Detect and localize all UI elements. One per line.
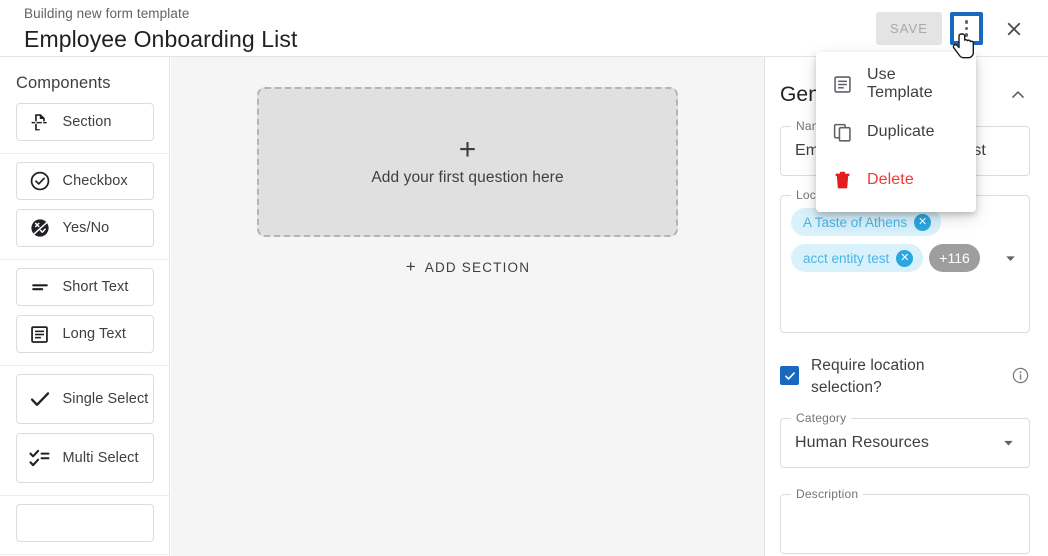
- panel-collapse-button[interactable]: [1008, 85, 1028, 105]
- header-actions: SAVE: [876, 0, 1034, 57]
- locations-dropdown-button[interactable]: [1002, 250, 1019, 267]
- chevron-down-icon: [1006, 255, 1015, 261]
- location-chip[interactable]: A Taste of Athens ✕: [791, 208, 942, 236]
- menu-item-label: Delete: [867, 171, 914, 188]
- template-icon: [832, 74, 853, 95]
- kebab-dot: [964, 20, 969, 24]
- sidebar-group: Checkbox Yes/No: [0, 154, 169, 260]
- component-single-select[interactable]: Single Select: [15, 374, 154, 424]
- app-header: Building new form template Employee Onbo…: [0, 0, 1048, 57]
- kebab-dot: [964, 33, 969, 37]
- form-template-builder: Building new form template Employee Onbo…: [0, 0, 1048, 556]
- plus-icon: +: [458, 133, 477, 166]
- sidebar-group: Single Select Multi Select: [0, 366, 169, 496]
- require-location-row: Require location selection?: [780, 355, 1030, 399]
- component-yes-no[interactable]: Yes/No: [15, 209, 154, 247]
- component-label: Multi Select: [62, 450, 139, 466]
- location-chips: A Taste of Athens ✕ acct entity test ✕ +…: [791, 208, 1019, 272]
- checkbox-circle-icon: [17, 170, 63, 192]
- category-field-value: Human Resources: [795, 434, 929, 451]
- component-checkbox[interactable]: Checkbox: [15, 162, 154, 200]
- category-field[interactable]: Category Human Resources: [780, 411, 1030, 468]
- category-dropdown-button[interactable]: [1000, 435, 1017, 452]
- menu-item-label: Use Template: [867, 66, 933, 101]
- multi-select-icon: [17, 446, 63, 470]
- sidebar-group-partial: [0, 496, 169, 555]
- component-label: Section: [62, 114, 112, 130]
- breadcrumb: Building new form template: [24, 6, 190, 21]
- components-sidebar: Components Section Checkbox Yes/No Short…: [0, 57, 170, 556]
- locations-field[interactable]: Location(s) A Taste of Athens ✕ acct ent…: [780, 188, 1030, 333]
- require-location-label: Require location selection?: [811, 357, 925, 396]
- close-button[interactable]: [994, 9, 1034, 49]
- component-label: Single Select: [62, 391, 149, 407]
- yes-no-icon: [17, 217, 63, 239]
- component-short-text[interactable]: Short Text: [15, 268, 154, 306]
- form-canvas: + Add your first question here + ADD SEC…: [171, 57, 765, 556]
- close-icon: [1007, 22, 1021, 35]
- save-button[interactable]: SAVE: [876, 12, 942, 45]
- info-icon[interactable]: [1011, 366, 1030, 385]
- dropzone-label: Add your first question here: [371, 169, 564, 186]
- chip-remove-icon[interactable]: ✕: [914, 213, 932, 231]
- component-label: Yes/No: [62, 220, 110, 236]
- section-icon: [17, 112, 63, 133]
- single-select-icon: [17, 387, 63, 411]
- short-text-icon: [17, 276, 63, 298]
- sidebar-group: Section: [0, 103, 169, 154]
- more-options-button[interactable]: [950, 12, 983, 45]
- component-label: Checkbox: [62, 173, 128, 189]
- menu-item-label: Duplicate: [867, 123, 935, 140]
- chevron-up-icon: [1012, 91, 1024, 98]
- component-partial[interactable]: [15, 504, 154, 542]
- add-section-label: ADD SECTION: [424, 259, 531, 275]
- sidebar-group: Short Text Long Text: [0, 260, 169, 366]
- component-multi-select[interactable]: Multi Select: [15, 433, 154, 483]
- component-long-text[interactable]: Long Text: [15, 315, 154, 353]
- add-section-button[interactable]: + ADD SECTION: [171, 257, 765, 277]
- menu-item-delete[interactable]: Delete: [816, 156, 976, 204]
- component-section[interactable]: Section: [15, 103, 154, 141]
- plus-icon: +: [405, 257, 416, 276]
- sidebar-title: Components: [16, 74, 111, 92]
- description-field[interactable]: Description: [780, 487, 1030, 554]
- chip-label: A Taste of Athens: [803, 214, 908, 230]
- trash-icon: [832, 170, 853, 191]
- chip-remove-icon[interactable]: ✕: [896, 249, 914, 267]
- kebab-dot: [964, 26, 969, 31]
- chip-label: acct entity test: [803, 250, 890, 266]
- location-chip[interactable]: acct entity test ✕: [791, 244, 924, 272]
- chip-overflow-count[interactable]: +116: [929, 244, 980, 272]
- header-titles: Building new form template Employee Onbo…: [24, 4, 297, 55]
- category-field-legend: Category: [791, 411, 852, 425]
- component-label: Long Text: [62, 326, 127, 342]
- require-location-checkbox[interactable]: [780, 366, 799, 385]
- menu-item-duplicate[interactable]: Duplicate: [816, 108, 976, 156]
- add-first-question-dropzone[interactable]: + Add your first question here: [257, 87, 678, 237]
- component-label: Short Text: [62, 279, 129, 295]
- check-icon: [784, 371, 795, 380]
- long-text-icon: [17, 324, 63, 345]
- menu-item-use-template[interactable]: Use Template: [816, 60, 976, 108]
- description-field-legend: Description: [791, 487, 864, 501]
- chevron-down-icon: [1004, 440, 1013, 446]
- options-dropdown-menu: Use Template Duplicate Delete: [816, 52, 976, 212]
- page-title: Employee Onboarding List: [24, 26, 298, 52]
- duplicate-icon: [832, 122, 853, 143]
